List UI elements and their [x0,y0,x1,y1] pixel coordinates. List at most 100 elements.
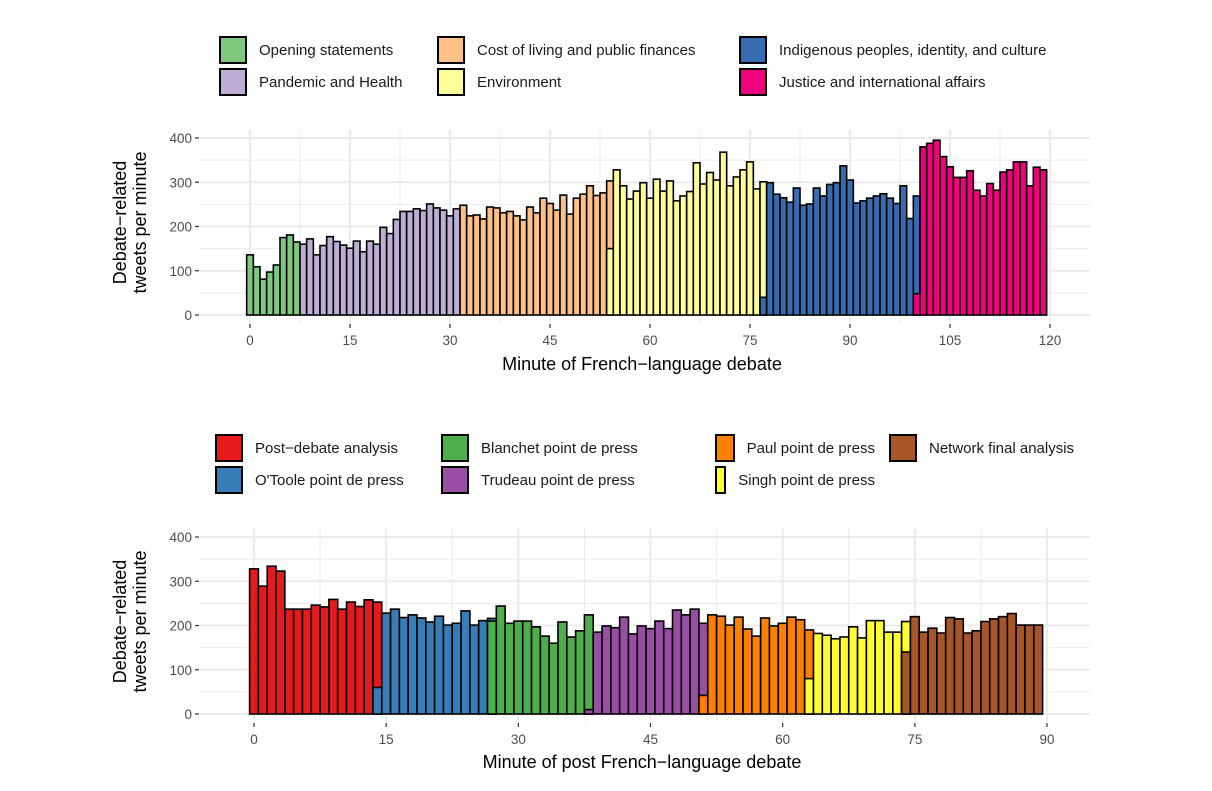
bar [452,208,461,316]
bar [419,209,428,316]
bar-segment [583,708,595,715]
bar [792,187,801,316]
bar [627,633,639,715]
bar [332,240,341,316]
bar [305,238,315,316]
bar-segment [698,694,709,715]
bar [319,606,330,715]
bar-segment [486,620,498,715]
bar [777,622,788,715]
bar [592,194,601,316]
bar [885,197,895,316]
bar [339,244,348,316]
bar [372,243,381,316]
bar [442,624,454,715]
bar [625,198,635,316]
x-tick-label: 0 [246,333,254,348]
bar [959,176,968,316]
x-tick-label: 0 [250,732,258,747]
bar [752,188,761,316]
bar [499,211,508,316]
bar [1032,166,1041,316]
bar [1024,624,1035,715]
bar [495,605,506,715]
bar [712,179,721,316]
bar [772,193,781,316]
bar [830,637,841,715]
bar [865,197,875,316]
bar-segment [759,296,768,316]
bar [689,608,700,715]
bar [257,585,269,715]
bar [919,146,928,316]
bar [385,232,395,316]
bar [354,605,365,715]
bar [472,214,481,316]
bar [821,634,832,715]
bar [266,565,277,715]
bar [328,598,339,715]
bar [352,240,361,316]
bar [405,210,415,316]
bar [839,165,848,316]
bar [918,631,929,715]
bar [345,247,355,316]
bar [665,180,675,316]
x-tick-label: 75 [742,333,757,348]
bar [259,278,268,316]
bar [819,195,828,316]
bar [379,226,388,316]
bar [751,635,762,715]
bar [610,626,621,715]
bar [479,218,488,316]
bar [812,187,821,316]
bar [979,195,988,316]
y-tick-label: 300 [169,574,192,589]
bar [433,615,445,715]
y-axis-title: tweets per minute [130,550,150,692]
bar [392,218,401,316]
bar [939,155,948,316]
bar [1025,184,1035,316]
bar [572,197,581,316]
bar-segment [900,651,912,715]
y-tick-label: 100 [169,264,192,279]
bar [574,630,586,715]
bar [883,631,894,715]
bar [732,176,741,316]
bar [892,631,903,715]
bar [719,151,728,316]
bar [399,210,408,316]
bar [530,626,542,715]
bar [485,206,495,316]
bar [612,169,621,316]
bar [585,184,595,316]
bar [980,620,991,715]
bar [724,624,736,715]
x-tick-label: 45 [542,333,557,348]
bar [1015,624,1026,715]
bar [962,632,973,715]
x-axis-title: Minute of post French−language debate [483,752,802,772]
bar [692,161,701,316]
bar [245,254,255,316]
x-axis-title: Minute of French−language debate [502,354,782,374]
bar-segment [372,686,383,715]
bar [768,625,780,715]
bar [469,624,480,715]
bar [477,619,489,715]
bar [652,178,661,316]
bar [832,181,841,316]
bar [272,264,281,316]
bar [1006,612,1017,715]
bar [312,254,321,316]
bar [505,210,515,316]
chart-canvas: 01002003004000 15 30 45 60 75 90 105 120Minute o… [110,130,1090,772]
bar [852,202,861,316]
y-axis-title: tweets per minute [130,151,150,293]
bar [425,621,436,715]
bar [425,203,435,316]
bar [705,171,715,316]
bar [359,250,368,316]
bar [925,142,935,316]
